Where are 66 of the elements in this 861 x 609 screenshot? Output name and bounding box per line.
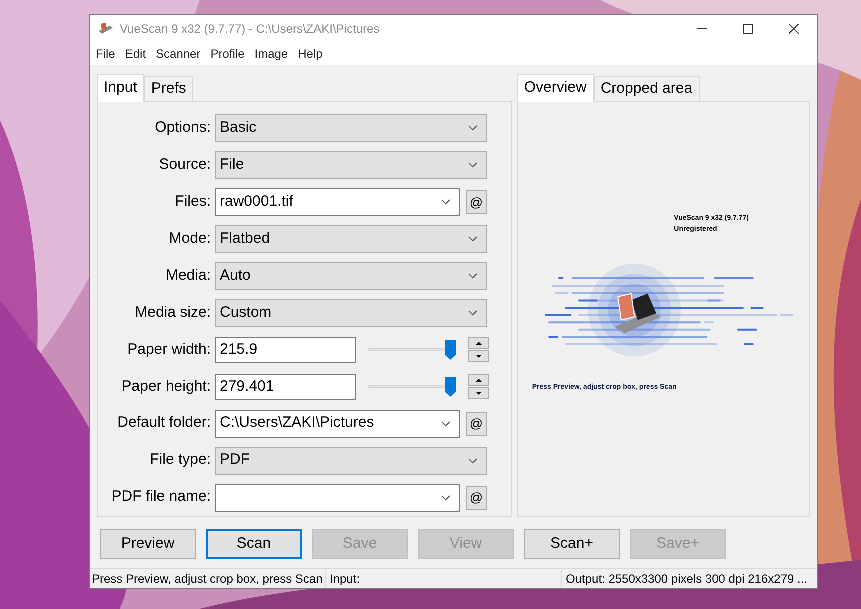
- field-label: Default folder:: [118, 413, 211, 434]
- number-field[interactable]: 215.9: [215, 336, 356, 363]
- close-icon[interactable]: [789, 24, 799, 34]
- menu-item[interactable]: Image: [254, 45, 288, 63]
- combo-field[interactable]: C:\Users\ZAKI\Pictures: [215, 410, 460, 438]
- chevron-down-icon: [441, 420, 451, 427]
- field-label: PDF file name:: [112, 487, 211, 508]
- field-label: Paper width:: [128, 340, 211, 360]
- chevron-down-icon: [468, 236, 478, 242]
- scanner-icon: [98, 22, 114, 36]
- spin-down-button[interactable]: [468, 350, 489, 362]
- number-field[interactable]: 279.401: [215, 374, 356, 400]
- up-arrow-icon: [476, 378, 482, 382]
- down-arrow-icon: [476, 354, 482, 358]
- slider-thumb[interactable]: [444, 340, 456, 360]
- menu-item[interactable]: Edit: [125, 45, 146, 63]
- at-button[interactable]: @: [466, 190, 487, 214]
- tab[interactable]: Input: [97, 74, 144, 102]
- slider[interactable]: [368, 374, 456, 399]
- slider-thumb[interactable]: [444, 376, 456, 397]
- status-text: Output: 2550x3300 pixels 300 dpi 216x279 ...: [565, 570, 809, 588]
- combo-field[interactable]: raw0001.tif: [215, 188, 460, 216]
- at-button[interactable]: @: [466, 486, 487, 510]
- dropdown[interactable]: Auto: [215, 262, 487, 290]
- spin-up-button[interactable]: [468, 374, 489, 386]
- down-arrow-icon: [476, 392, 482, 395]
- field-label: Options:: [155, 118, 211, 138]
- combo-field[interactable]: [215, 484, 460, 512]
- dropdown[interactable]: File: [215, 151, 487, 180]
- field-label: Files:: [175, 192, 211, 212]
- menu-item[interactable]: Profile: [210, 45, 245, 63]
- dropdown[interactable]: Custom: [215, 298, 487, 327]
- chevron-down-icon: [468, 273, 478, 280]
- at-button[interactable]: @: [466, 412, 487, 436]
- field-label: File type:: [150, 450, 211, 470]
- dropdown[interactable]: Basic: [215, 114, 487, 142]
- dropdown[interactable]: PDF: [215, 446, 487, 475]
- chevron-down-icon: [468, 162, 478, 168]
- field-label: Source:: [159, 155, 211, 176]
- maximize-icon[interactable]: [743, 24, 753, 34]
- tab[interactable]: Cropped area: [594, 76, 700, 101]
- field-label: Mode:: [169, 228, 211, 249]
- chevron-down-icon: [441, 494, 451, 501]
- chevron-down-icon: [468, 125, 478, 132]
- field-label: Media size:: [135, 302, 211, 323]
- action-button[interactable]: Scan: [206, 529, 302, 559]
- status-text: Input:: [326, 570, 562, 588]
- spin-up-button[interactable]: [468, 337, 489, 350]
- action-button[interactable]: Scan+: [524, 529, 620, 559]
- tab[interactable]: Prefs: [144, 76, 194, 101]
- tab[interactable]: Overview: [517, 74, 594, 102]
- up-arrow-icon: [476, 342, 482, 345]
- menu-item[interactable]: Help: [298, 45, 323, 63]
- menu-item[interactable]: File: [96, 45, 116, 63]
- field-label: Media:: [166, 266, 211, 286]
- spin-down-button[interactable]: [468, 387, 489, 400]
- status-text: Press Preview, adjust crop box, press Scan: [90, 570, 326, 588]
- chevron-down-icon: [468, 458, 478, 464]
- chevron-down-icon: [468, 310, 478, 316]
- action-button[interactable]: Preview: [100, 529, 196, 559]
- slider[interactable]: [368, 338, 456, 362]
- field-label: Paper height:: [122, 376, 211, 397]
- menu-item[interactable]: Scanner: [156, 45, 201, 63]
- window-title: VueScan 9 x32 (9.7.77) - C:\Users\ZAKI\Pictures: [120, 21, 381, 38]
- dropdown[interactable]: Flatbed: [215, 225, 487, 254]
- chevron-down-icon: [441, 199, 451, 206]
